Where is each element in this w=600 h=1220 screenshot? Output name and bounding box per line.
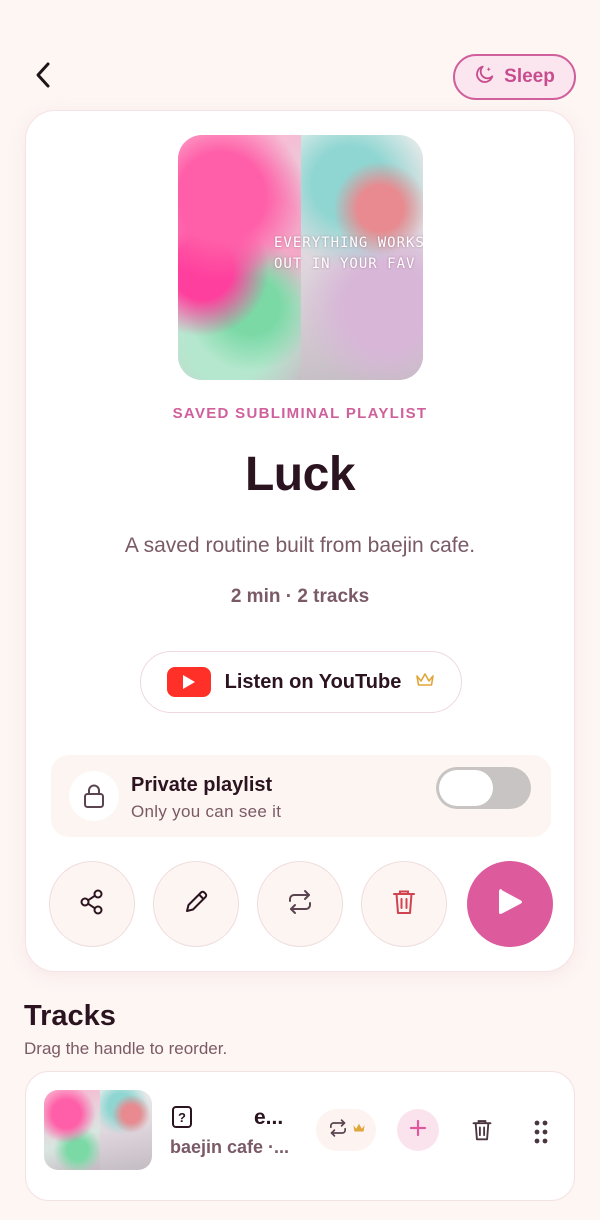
plus-icon <box>409 1119 427 1142</box>
listen-on-youtube-button[interactable]: Listen on YouTube <box>140 651 462 713</box>
sleep-button[interactable]: Sleep <box>453 54 576 100</box>
delete-track-button[interactable] <box>467 1117 497 1147</box>
play-button[interactable] <box>467 861 553 947</box>
repeat-icon <box>285 888 315 921</box>
repeat-icon <box>327 1118 349 1143</box>
crown-icon <box>352 1121 366 1139</box>
trash-icon <box>391 888 417 921</box>
tracks-heading: Tracks <box>24 1000 116 1032</box>
share-icon <box>78 888 106 921</box>
delete-playlist-button[interactable] <box>361 861 447 947</box>
list-item[interactable]: ? e... baejin cafe ·... <box>25 1071 575 1201</box>
track-thumbnail <box>44 1090 152 1170</box>
cover-caption: EVERYTHING WORKS OUT IN YOUR FAV <box>274 235 423 272</box>
playlist-card: EVERYTHING WORKS OUT IN YOUR FAV SAVED S… <box>25 110 575 972</box>
track-repeat-button[interactable] <box>316 1109 376 1151</box>
playlist-actions <box>26 861 574 949</box>
playlist-title: Luck <box>244 448 356 501</box>
private-playlist-title: Private playlist <box>131 774 273 796</box>
question-mark-icon: ? <box>172 1106 192 1128</box>
playlist-page: Sleep EVERYTHING WORKS OUT IN YOUR FAV S… <box>0 0 600 1220</box>
playlist-cover-image: EVERYTHING WORKS OUT IN YOUR FAV <box>178 135 423 380</box>
playlist-meta: 2 min · 2 tracks <box>230 586 370 607</box>
toggle-knob <box>439 770 493 806</box>
trash-icon <box>471 1118 493 1147</box>
track-name: e... <box>254 1106 284 1129</box>
tracks-hint: Drag the handle to reorder. <box>24 1039 228 1058</box>
track-artist: baejin cafe ·... <box>170 1137 290 1157</box>
drag-handle-icon[interactable] <box>531 1118 551 1146</box>
playlist-eyebrow: SAVED SUBLIMINAL PLAYLIST <box>172 405 428 422</box>
share-button[interactable] <box>49 861 135 947</box>
sleep-label: Sleep <box>504 66 555 87</box>
moon-icon <box>474 63 496 91</box>
add-track-button[interactable] <box>397 1109 439 1151</box>
youtube-play-icon <box>166 667 211 697</box>
repeat-button[interactable] <box>257 861 343 947</box>
pencil-icon <box>182 888 210 921</box>
private-playlist-subtitle: Only you can see it <box>131 802 282 821</box>
chevron-left-icon <box>34 61 52 94</box>
private-playlist-row: Private playlist Only you can see it <box>51 755 551 837</box>
crown-icon <box>415 672 435 693</box>
play-icon <box>495 886 525 923</box>
lock-icon <box>69 771 119 821</box>
edit-button[interactable] <box>153 861 239 947</box>
private-playlist-toggle[interactable] <box>436 767 531 809</box>
playlist-description: A saved routine built from baejin cafe. <box>124 534 476 557</box>
youtube-label: Listen on YouTube <box>224 670 402 693</box>
back-button[interactable] <box>26 58 60 96</box>
